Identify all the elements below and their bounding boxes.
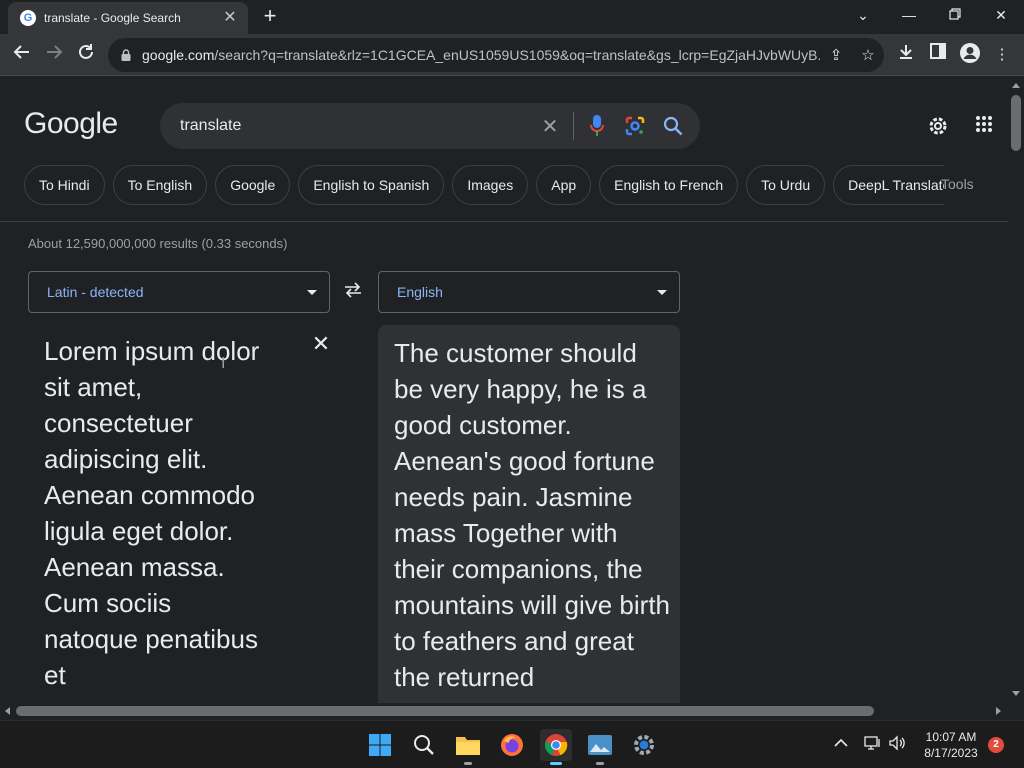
reload-button[interactable] [74, 43, 98, 67]
tab-close-icon[interactable]: ✕ [222, 10, 238, 26]
source-language-label: Latin - detected [47, 284, 144, 300]
search-icon[interactable] [654, 103, 692, 149]
back-button[interactable] [10, 43, 34, 67]
target-language-select[interactable]: English [378, 271, 680, 313]
minimize-button[interactable]: — [894, 4, 924, 28]
horizontal-scrollbar[interactable] [0, 703, 1008, 719]
profile-avatar-icon[interactable] [958, 43, 982, 67]
show-hidden-icons-chevron-icon[interactable] [834, 735, 848, 751]
clock-date: 8/17/2023 [924, 746, 978, 760]
chip-to-english[interactable]: To English [112, 165, 208, 205]
header-divider [0, 221, 1008, 222]
address-bar[interactable]: google.com/search?q=translate&rlz=1C1GCE… [108, 38, 884, 72]
chip-to-hindi[interactable]: To Hindi [24, 165, 105, 205]
chip-english-to-spanish[interactable]: English to Spanish [298, 165, 445, 205]
start-button[interactable] [364, 729, 396, 761]
image-icon [588, 735, 612, 755]
firefox-button[interactable] [496, 729, 528, 761]
forward-button[interactable] [42, 43, 66, 67]
scroll-up-arrow-icon[interactable] [1012, 83, 1020, 88]
file-explorer-button[interactable] [452, 729, 484, 765]
folder-icon [456, 737, 480, 755]
target-language-label: English [397, 284, 443, 300]
translated-text: The customer should be very happy, he is… [394, 338, 671, 692]
vertical-scrollbar[interactable] [1008, 77, 1024, 703]
google-lens-icon[interactable] [616, 103, 654, 149]
source-text[interactable]: Lorem ipsum dolor sit amet, consectetuer… [44, 333, 264, 693]
chip-deepl-translate[interactable]: DeepL Translate [833, 165, 944, 205]
scroll-right-arrow-icon[interactable] [996, 707, 1001, 715]
search-icon [414, 735, 434, 755]
volume-icon[interactable] [888, 735, 906, 754]
tab-search-chevron-icon[interactable]: ⌄ [848, 4, 878, 28]
caret-down-icon [307, 290, 317, 295]
taskbar-clock[interactable]: 10:07 AM 8/17/2023 [914, 729, 988, 761]
google-logo[interactable]: Google [24, 107, 118, 141]
search-box[interactable]: translate ✕ [160, 103, 700, 149]
firefox-icon [501, 734, 523, 756]
scroll-down-arrow-icon[interactable] [1012, 691, 1020, 696]
running-indicator [464, 762, 472, 765]
bookmark-star-icon[interactable]: ☆ [852, 46, 884, 64]
clock-time: 10:07 AM [925, 730, 977, 744]
reload-icon [79, 44, 93, 59]
chip-app[interactable]: App [536, 165, 592, 205]
search-results-page: Google translate ✕ To Hindi To English G… [0, 77, 1008, 703]
swap-languages-icon[interactable] [341, 282, 365, 302]
chip-english-to-french[interactable]: English to French [599, 165, 739, 205]
tools-button[interactable]: Tools [941, 176, 974, 192]
side-panel-icon[interactable] [926, 43, 950, 67]
browser-menu-icon[interactable]: ⋮ [990, 43, 1014, 67]
new-tab-button[interactable]: + [258, 5, 282, 29]
caret-down-icon [657, 290, 667, 295]
result-stats: About 12,590,000,000 results (0.33 secon… [28, 236, 288, 251]
gear-icon [634, 735, 654, 755]
close-window-button[interactable]: ✕ [986, 4, 1016, 28]
chip-google[interactable]: Google [215, 165, 291, 205]
windows-taskbar: 10:07 AM 8/17/2023 2 [0, 720, 1024, 768]
search-suggestion-chips: To Hindi To English Google English to Sp… [24, 165, 944, 205]
arrow-left-icon [13, 45, 29, 59]
clear-search-icon[interactable]: ✕ [531, 103, 569, 149]
scrollbar-corner [1008, 703, 1024, 719]
settings-app-button[interactable] [628, 729, 660, 761]
translation-output-panel: The customer should be very happy, he is… [378, 325, 680, 703]
vertical-scroll-thumb[interactable] [1011, 95, 1021, 151]
tab-strip: G translate - Google Search ✕ + ⌄ — ✕ [0, 0, 1024, 34]
source-text-area[interactable]: Lorem ipsum dolor sit amet, consectetuer… [28, 325, 330, 703]
running-indicator [596, 762, 604, 765]
chrome-button[interactable] [540, 729, 572, 765]
chrome-icon [545, 734, 568, 756]
browser-toolbar: google.com/search?q=translate&rlz=1C1GCE… [0, 34, 1024, 76]
source-language-select[interactable]: Latin - detected [28, 271, 330, 313]
search-box-separator [573, 112, 574, 140]
chip-images[interactable]: Images [452, 165, 529, 205]
lock-icon [121, 49, 131, 61]
arrow-right-icon [47, 45, 63, 59]
horizontal-scroll-thumb[interactable] [16, 706, 874, 716]
photos-button[interactable] [584, 729, 616, 765]
network-icon[interactable] [864, 735, 882, 754]
download-icon[interactable] [894, 43, 918, 67]
microphone-icon[interactable] [578, 103, 616, 149]
apps-grid-icon[interactable] [972, 115, 996, 139]
google-favicon-icon: G [20, 10, 36, 26]
clear-source-icon[interactable]: ✕ [310, 333, 332, 355]
windows-logo-icon [369, 734, 391, 756]
search-input[interactable]: translate [180, 117, 531, 135]
notification-badge[interactable]: 2 [988, 737, 1004, 753]
taskbar-search-button[interactable] [408, 729, 440, 761]
tab-title: translate - Google Search [44, 11, 181, 25]
active-indicator [550, 762, 562, 765]
url-text: google.com/search?q=translate&rlz=1C1GCE… [142, 47, 820, 63]
gear-icon[interactable] [926, 115, 950, 139]
share-icon[interactable]: ⇪ [820, 46, 852, 64]
scroll-left-arrow-icon[interactable] [5, 707, 10, 715]
chip-to-urdu[interactable]: To Urdu [746, 165, 826, 205]
restore-button[interactable] [940, 4, 970, 28]
text-cursor-icon: I [221, 355, 226, 372]
browser-tab[interactable]: G translate - Google Search ✕ [8, 2, 248, 34]
